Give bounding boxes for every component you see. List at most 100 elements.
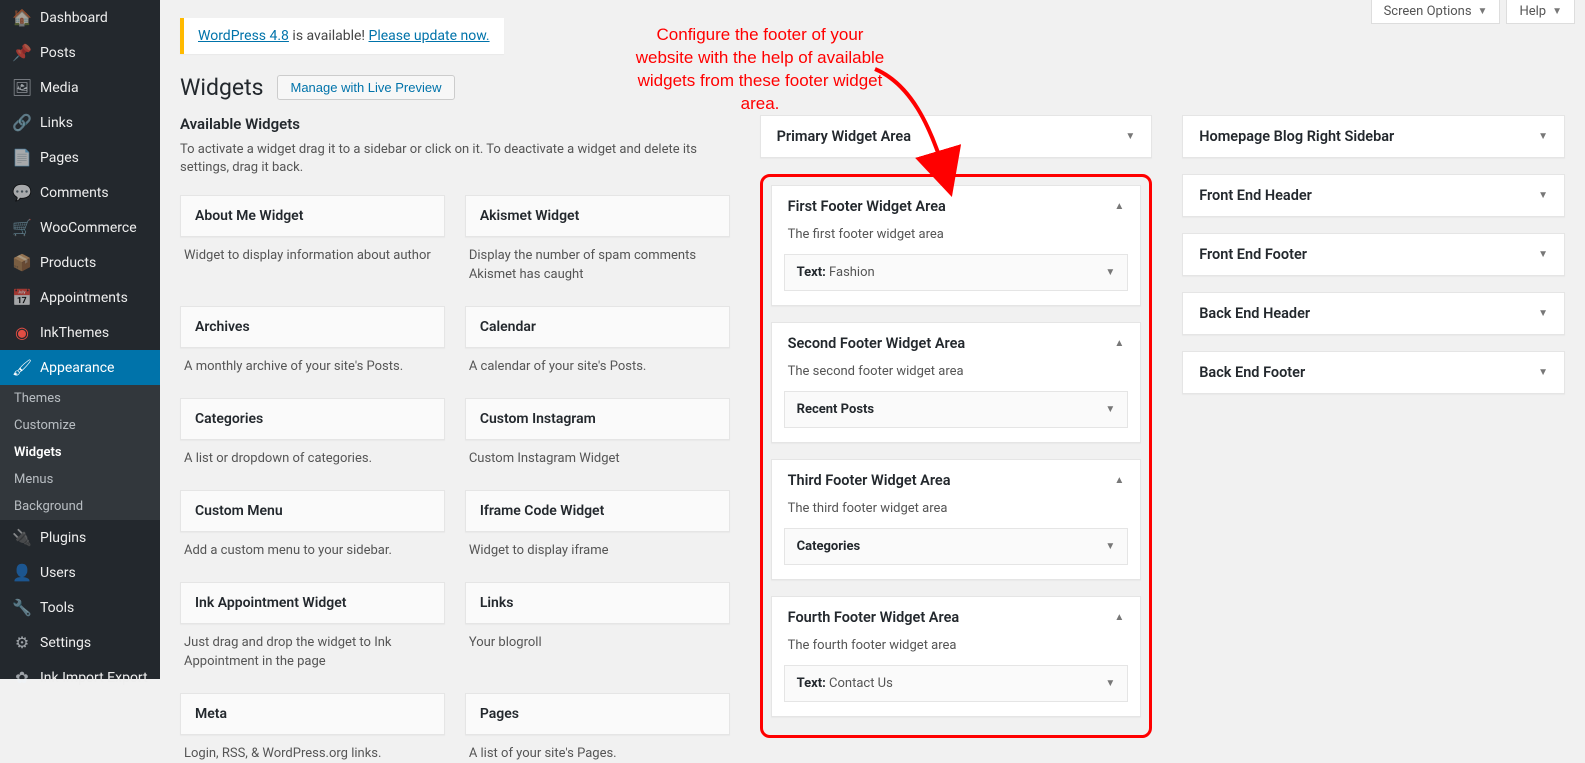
footer-area-title: Fourth Footer Widget Area [788, 609, 960, 626]
sidebar-item-label: InkThemes [40, 325, 109, 341]
widget-area-toggle[interactable]: Front End Header▼ [1183, 175, 1564, 216]
footer-area-desc: The first footer widget area [772, 227, 1141, 254]
primary-widget-area-title: Primary Widget Area [777, 128, 911, 145]
submenu-item-menus[interactable]: Menus [0, 466, 160, 493]
submenu-item-widgets[interactable]: Widgets [0, 439, 160, 466]
sidebar-item-tools[interactable]: 🔧Tools [0, 590, 160, 625]
menu-icon: 🏠 [12, 8, 32, 27]
sidebar-item-dashboard[interactable]: 🏠Dashboard [0, 0, 160, 35]
sidebar-item-label: Ink Import Export [40, 670, 148, 686]
caret-down-icon: ▼ [1105, 541, 1115, 552]
caret-down-icon: ▼ [1538, 367, 1548, 378]
available-widgets-heading: Available Widgets [180, 115, 730, 133]
available-widget: ArchivesA monthly archive of your site's… [180, 306, 445, 376]
menu-icon: ✿ [12, 668, 32, 687]
available-widget-desc: Login, RSS, & WordPress.org links. [180, 735, 445, 763]
available-widget-desc: A list or dropdown of categories. [180, 440, 445, 468]
available-widget-box[interactable]: Custom Instagram [465, 398, 730, 440]
available-widget: MetaLogin, RSS, & WordPress.org links. [180, 693, 445, 763]
sidebar-item-inkthemes[interactable]: ◉InkThemes [0, 315, 160, 350]
live-preview-button[interactable]: Manage with Live Preview [277, 75, 454, 100]
placed-widget[interactable]: Categories▼ [784, 528, 1129, 565]
available-widget-desc: Widget to display iframe [465, 532, 730, 560]
sidebar-item-label: Appearance [40, 360, 114, 376]
available-widget-box[interactable]: Categories [180, 398, 445, 440]
available-widget: Ink Appointment WidgetJust drag and drop… [180, 582, 445, 670]
menu-icon: 📦 [12, 253, 32, 272]
update-now-link[interactable]: Please update now. [369, 28, 490, 44]
widget-area-title: Front End Footer [1199, 246, 1307, 263]
sidebar-item-links[interactable]: 🔗Links [0, 105, 160, 140]
sidebar-item-woocommerce[interactable]: 🛒WooCommerce [0, 210, 160, 245]
available-widget-box[interactable]: About Me Widget [180, 195, 445, 237]
footer-area-toggle[interactable]: Third Footer Widget Area▲ [772, 460, 1141, 501]
sidebar-item-settings[interactable]: ⚙ Settings [0, 625, 160, 660]
sidebar-item-label: Appointments [40, 290, 128, 306]
widget-area-toggle[interactable]: Front End Footer▼ [1183, 234, 1564, 275]
widget-area-title: Back End Header [1199, 305, 1310, 322]
footer-area-title: Second Footer Widget Area [788, 335, 966, 352]
annotation-callout: Configure the footer of your website wit… [630, 24, 890, 116]
page-title: Widgets [180, 74, 263, 101]
footer-areas-highlight: First Footer Widget Area▲The first foote… [760, 174, 1153, 738]
available-widget-box[interactable]: Calendar [465, 306, 730, 348]
widget-area-toggle[interactable]: Back End Header ▼ [1183, 293, 1564, 334]
available-widget-box[interactable]: Akismet Widget [465, 195, 730, 237]
caret-down-icon: ▼ [1538, 308, 1548, 319]
sidebar-item-posts[interactable]: 📌Posts [0, 35, 160, 70]
sidebar-item-products[interactable]: 📦Products [0, 245, 160, 280]
secondary-widget-areas-column: Homepage Blog Right Sidebar▼ Front End He… [1182, 115, 1565, 763]
placed-widget[interactable]: Text: Contact Us▼ [784, 665, 1129, 702]
menu-icon: ⚙ [12, 633, 32, 652]
available-widget: CategoriesA list or dropdown of categori… [180, 398, 445, 468]
placed-widget-label: Text: Fashion [797, 265, 875, 280]
sidebar-item-label: Tools [40, 600, 74, 616]
sidebar-item-plugins[interactable]: 🔌Plugins [0, 520, 160, 555]
placed-widget[interactable]: Text: Fashion ▼ [784, 254, 1129, 291]
update-nag: WordPress 4.8 is available! Please updat… [180, 18, 504, 54]
placed-widget[interactable]: Recent Posts▼ [784, 391, 1129, 428]
available-widget-box[interactable]: Meta [180, 693, 445, 735]
available-widget-box[interactable]: Archives [180, 306, 445, 348]
widget-areas-column: Primary Widget Area ▼ First Footer Widge… [760, 115, 1153, 763]
sidebar-item-appointments[interactable]: 📅Appointments [0, 280, 160, 315]
primary-widget-area-toggle[interactable]: Primary Widget Area ▼ [761, 116, 1152, 157]
submenu-item-customize[interactable]: Customize [0, 412, 160, 439]
sidebar-item-users[interactable]: 👤Users [0, 555, 160, 590]
available-widget-box[interactable]: Custom Menu [180, 490, 445, 532]
menu-icon: 🛒 [12, 218, 32, 237]
footer-area-toggle[interactable]: First Footer Widget Area▲ [772, 186, 1141, 227]
menu-icon: 🔗 [12, 113, 32, 132]
sidebar-item-appearance[interactable]: 🖌 Appearance [0, 350, 160, 385]
widget-area-title: Front End Header [1199, 187, 1312, 204]
update-version-link[interactable]: WordPress 4.8 [198, 28, 289, 44]
widget-area: Front End Footer▼ [1182, 233, 1565, 276]
sidebar-item-label: Posts [40, 45, 76, 61]
caret-up-icon: ▲ [1114, 475, 1124, 486]
sidebar-item-media[interactable]: 🖼Media [0, 70, 160, 105]
sidebar-item-pages[interactable]: 📄Pages [0, 140, 160, 175]
widget-area-toggle[interactable]: Back End Footer▼ [1183, 352, 1564, 393]
update-nag-mid: is available! [289, 28, 369, 44]
footer-area-body: Categories▼ [772, 528, 1141, 579]
available-widget-box[interactable]: Pages [465, 693, 730, 735]
available-widget-box[interactable]: Iframe Code Widget [465, 490, 730, 532]
sidebar-item-ink-import-export[interactable]: ✿ Ink Import Export [0, 660, 160, 695]
available-widget: Custom MenuAdd a custom menu to your sid… [180, 490, 445, 560]
menu-icon: 🖌 [12, 358, 32, 377]
sidebar-item-comments[interactable]: 💬Comments [0, 175, 160, 210]
available-widget-desc: Add a custom menu to your sidebar. [180, 532, 445, 560]
footer-area-toggle[interactable]: Fourth Footer Widget Area▲ [772, 597, 1141, 638]
menu-icon: 👤 [12, 563, 32, 582]
submenu-item-themes[interactable]: Themes [0, 385, 160, 412]
caret-down-icon: ▼ [1105, 267, 1115, 278]
available-widget-box[interactable]: Ink Appointment Widget [180, 582, 445, 624]
menu-icon: 🔌 [12, 528, 32, 547]
footer-area-toggle[interactable]: Second Footer Widget Area▲ [772, 323, 1141, 364]
sidebar-item-label: Settings [40, 635, 91, 651]
available-widget-box[interactable]: Links [465, 582, 730, 624]
available-widget: LinksYour blogroll [465, 582, 730, 670]
widget-area-toggle[interactable]: Homepage Blog Right Sidebar▼ [1183, 116, 1564, 157]
submenu-item-background[interactable]: Background [0, 493, 160, 520]
footer-area-title: First Footer Widget Area [788, 198, 946, 215]
